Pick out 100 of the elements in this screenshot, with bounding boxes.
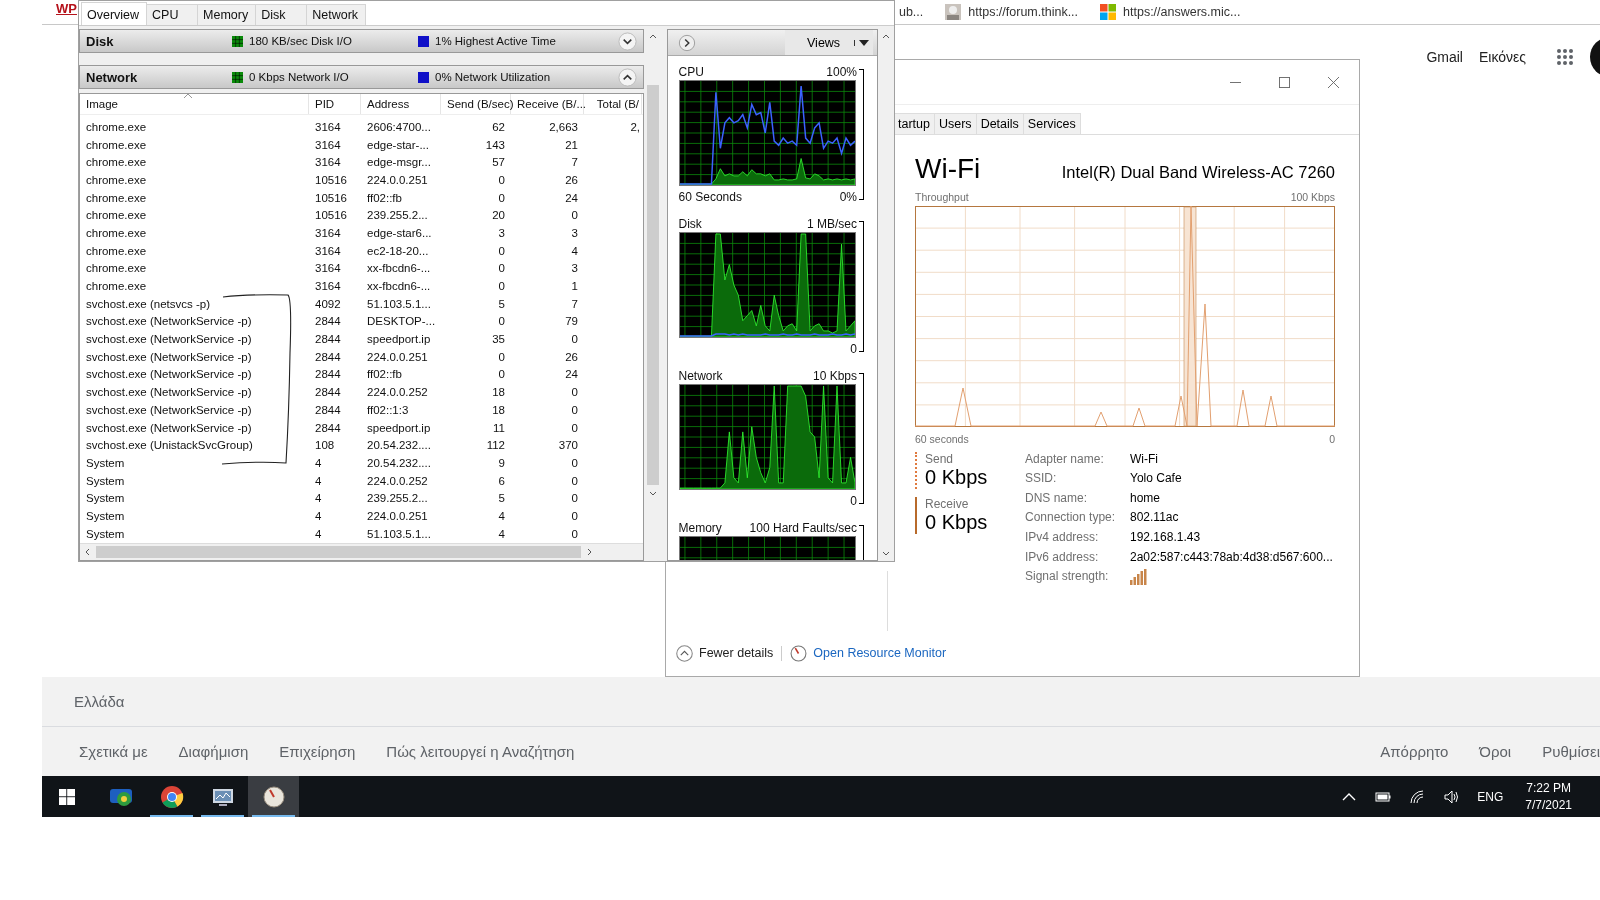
detail-label: DNS name: (1025, 490, 1089, 507)
table-cell-text: chrome.exe (85, 120, 148, 133)
table-cell-text: ff02::fb (366, 191, 403, 204)
tab[interactable]: Details (975, 112, 1024, 134)
table-cell-text: chrome.exe (85, 138, 148, 151)
wifi-icon[interactable] (1409, 788, 1426, 805)
table-cell-text: xx-fbcdn6-... (366, 262, 432, 275)
table-cell-text: 7 (570, 297, 579, 310)
tab[interactable]: Disk (255, 4, 308, 25)
table-cell-text: 0 (570, 492, 579, 505)
table-cell-text: System (85, 492, 126, 505)
table-cell-text: 10516 (314, 209, 348, 222)
table-cell-text: 0 (497, 368, 506, 381)
table-cell-text: 0 (497, 350, 506, 363)
table-cell-text: 0 (570, 474, 579, 487)
column-header[interactable]: Image (80, 94, 309, 114)
table-cell-text: ff02::1:3 (366, 403, 410, 416)
detail-value: 2a02:587:c443:78ab:4d38:d567:600... (1130, 549, 1333, 566)
close-icon[interactable] (1328, 76, 1339, 88)
table-cell-text: 3164 (314, 280, 342, 293)
section-header[interactable]: Disk 180 KB/sec Disk I/O 1% Highest Active Time (79, 29, 644, 53)
bookmark-link[interactable]: https://forum.think... (945, 4, 1079, 20)
footer-link[interactable]: Σχετικά με (79, 743, 148, 760)
resource-monitor-link[interactable]: Open Resource Monitor (790, 644, 947, 662)
chevron-up-icon (676, 644, 693, 662)
taskbar-app[interactable] (248, 776, 299, 817)
tab[interactable]: Services (1022, 112, 1081, 134)
detail-label: Adapter name: (1025, 451, 1105, 468)
clock-date[interactable]: 7/7/2021 (1525, 798, 1572, 812)
tab[interactable]: CPU (146, 4, 199, 25)
table-cell-text: 2,663 (548, 120, 579, 133)
table-cell-text: ec2-18-20... (366, 244, 430, 257)
table-cell-text: svchost.exe (NetworkService -p) (85, 421, 253, 434)
table-cell-text: 2844 (314, 315, 342, 328)
bookmark-link[interactable]: ub... (898, 4, 924, 20)
table-cell-text: 26 (564, 173, 579, 186)
thumbnail-icon (945, 4, 962, 20)
arrow-right-icon[interactable] (677, 33, 696, 52)
table-cell-text: 18 (491, 403, 506, 416)
section-stat: 0 Kbps Network I/O (249, 71, 349, 83)
footer-link[interactable]: Όροι (1479, 743, 1512, 760)
site-logo[interactable]: WP (56, 0, 77, 16)
tab[interactable]: Users (933, 112, 977, 134)
adapter-model: Intel(R) Dual Band Wireless-AC 7260 (1061, 162, 1335, 182)
detail-label: IPv4 address: (1025, 530, 1100, 546)
footer-link[interactable]: Ρυθμίσει (1542, 743, 1600, 760)
section-title: Disk (86, 33, 115, 49)
table-cell-text: System (85, 509, 126, 522)
start-icon[interactable] (59, 788, 75, 805)
table-cell-text: 4 (314, 474, 323, 487)
table-cell-text: 0 (497, 280, 506, 293)
column-header[interactable]: PID (309, 94, 361, 114)
detail-value: 192.168.1.43 (1130, 530, 1202, 546)
section-stat: 180 KB/sec Disk I/O (249, 35, 352, 47)
table-cell-text: 2844 (314, 350, 342, 363)
views-dropdown[interactable]: Views (785, 30, 873, 55)
running-indicator (201, 815, 244, 817)
language-indicator[interactable]: ENG (1477, 789, 1504, 804)
table-cell-text: xx-fbcdn6-... (366, 280, 432, 293)
table-cell-text: 4092 (314, 297, 342, 310)
footer-link[interactable]: Επιχείρηση (279, 743, 356, 760)
tab[interactable]: Memory (197, 4, 257, 25)
table-cell-text: svchost.exe (netsvcs -p) (85, 297, 211, 310)
graph-scale: 100% (826, 65, 857, 79)
footer-link[interactable]: Πώς λειτουργεί η Αναζήτηση (386, 743, 575, 760)
expand-toggle-icon[interactable] (617, 67, 637, 87)
table-cell-text: 4 (314, 527, 323, 540)
footer-link[interactable]: Διαφήμιση (178, 743, 249, 760)
table-cell-text: 0 (497, 315, 506, 328)
header-link[interactable]: Εικόνες (1478, 49, 1526, 65)
speaker-icon[interactable] (1443, 788, 1460, 805)
apps-grid-icon[interactable] (1556, 48, 1574, 66)
table-cell-text: 239.255.2... (366, 492, 429, 505)
table-cell-text: 3164 (314, 156, 342, 169)
table-cell-text: edge-star-... (366, 138, 430, 151)
table-cell-text: 7 (570, 156, 579, 169)
column-header[interactable]: Send (B/sec) (441, 94, 511, 114)
tab[interactable]: Network (306, 4, 367, 25)
clock-time[interactable]: 7:22 PM (1526, 781, 1571, 795)
header-link[interactable]: Gmail (1426, 49, 1463, 65)
expand-toggle-icon[interactable] (617, 31, 637, 51)
bookmark-link[interactable]: https://answers.mic... (1100, 4, 1241, 20)
fewer-details-button[interactable]: Fewer details (676, 644, 774, 662)
column-header[interactable]: Total (B/ (584, 94, 642, 114)
detail-label: Signal strength: (1025, 569, 1110, 586)
column-header[interactable]: Address (361, 94, 441, 114)
tab[interactable]: tartup (893, 112, 935, 134)
table-cell-text: 10516 (314, 173, 348, 186)
table-cell-text: 20.54.232.... (366, 456, 432, 469)
section-header[interactable]: Network 0 Kbps Network I/O 0% Network Utilization (79, 65, 644, 89)
table-cell-text: 2606:4700... (366, 120, 432, 133)
maximize-icon[interactable] (1279, 76, 1290, 88)
table-cell-text: speedport.ip (366, 421, 432, 434)
table-cell-text: svchost.exe (NetworkService -p) (85, 403, 253, 416)
table-cell-text: 9 (497, 456, 506, 469)
footer-link[interactable]: Απόρρητο (1380, 743, 1449, 760)
tab[interactable]: Overview (81, 2, 148, 25)
table-cell-text: 3164 (314, 244, 342, 257)
detail-label: IPv6 address: (1025, 549, 1100, 566)
table-cell-text: 3164 (314, 262, 342, 275)
